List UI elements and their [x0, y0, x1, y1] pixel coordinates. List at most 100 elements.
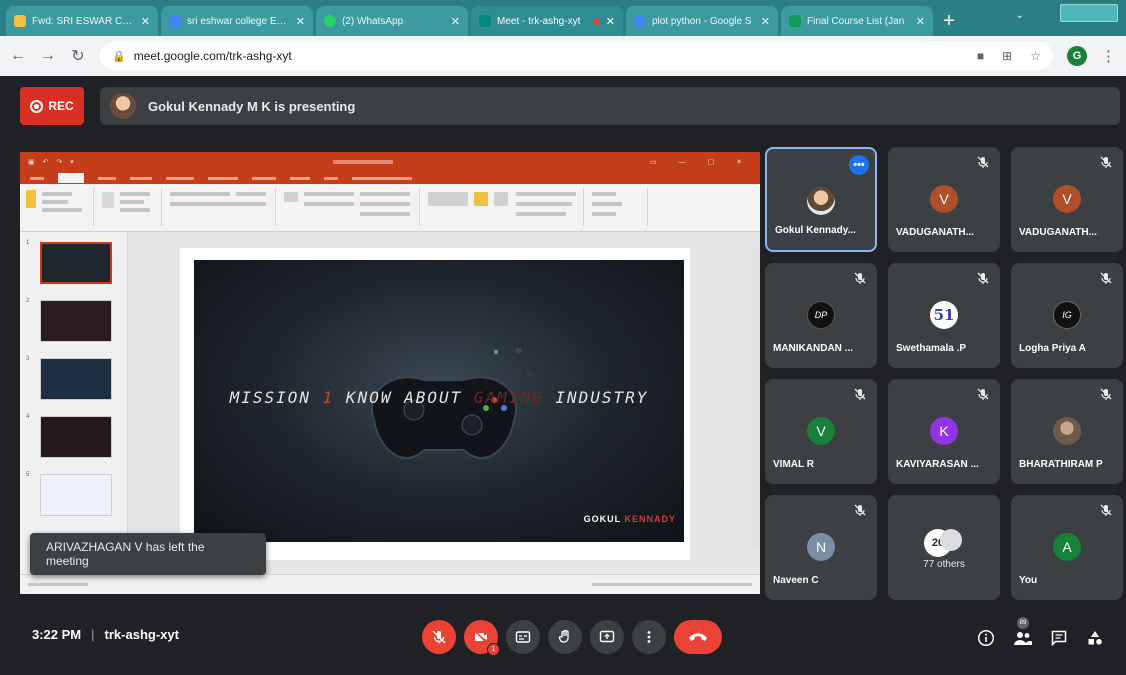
participant-name: VADUGANATH...: [896, 227, 974, 238]
participant-tile[interactable]: DP MANIKANDAN ...: [765, 263, 877, 368]
ribbon-tabs: [20, 172, 760, 184]
ribbon-tab: [166, 176, 194, 180]
slide-thumbnail[interactable]: [40, 242, 112, 284]
show-everyone-button[interactable]: 89: [1012, 617, 1034, 649]
participant-avatar: V: [807, 417, 835, 445]
browser-menu-icon[interactable]: ⋮: [1101, 47, 1116, 65]
participant-name: Naveen C: [773, 575, 819, 586]
tab-close-icon[interactable]: ✕: [296, 15, 305, 28]
lock-icon[interactable]: 🔒: [112, 50, 126, 63]
tab-favicon-icon: [634, 15, 646, 27]
tab-close-icon[interactable]: ✕: [761, 15, 770, 28]
tab-title: Meet - trk-ashg-xyt: [497, 15, 581, 27]
meeting-details-button[interactable]: [975, 627, 997, 649]
tab-close-icon[interactable]: ✕: [141, 15, 150, 28]
participant-tile[interactable]: IG Logha Priya A: [1011, 263, 1123, 368]
participant-tile[interactable]: ••• Gokul Kennady...: [765, 147, 877, 252]
ribbon-tab: [290, 176, 310, 180]
self-tile[interactable]: A You: [1011, 495, 1123, 600]
window-buttons[interactable]: [1060, 4, 1118, 22]
tab-favicon-icon: [324, 15, 336, 27]
participant-avatar: K: [930, 417, 958, 445]
recording-indicator[interactable]: REC: [20, 87, 84, 125]
tab-close-icon[interactable]: ✕: [606, 15, 615, 28]
browser-tab[interactable]: plot python - Google S ✕: [626, 6, 778, 36]
browser-tab-active[interactable]: Meet - trk-ashg-xyt ✕: [471, 6, 623, 36]
recording-dot-icon: [592, 17, 600, 25]
ribbon-group-slides: [98, 188, 162, 226]
shapes-icon: [1088, 631, 1102, 645]
participant-name: KAVIYARASAN ...: [896, 459, 979, 470]
browser-tab[interactable]: Fwd: SRI ESWAR COLL ✕: [6, 6, 158, 36]
hand-icon: [558, 629, 569, 643]
tab-favicon-icon: [169, 15, 181, 27]
ribbon-group-drawing: [424, 188, 584, 226]
ribbon-group-clipboard: [24, 188, 94, 226]
participant-tile[interactable]: N Naveen C: [765, 495, 877, 600]
participant-tile[interactable]: 51 Swethamala .P: [888, 263, 1000, 368]
slide-thumbnail[interactable]: [40, 358, 112, 400]
participant-tile[interactable]: V VIMAL R: [765, 379, 877, 484]
camera-toggle-button[interactable]: 1: [464, 620, 500, 656]
profile-avatar[interactable]: G: [1067, 46, 1087, 66]
vertical-scrollbar[interactable]: [752, 248, 760, 548]
more-options-icon[interactable]: •••: [849, 155, 869, 175]
participant-name: BHARATHIRAM P: [1019, 459, 1103, 470]
browser-tab[interactable]: (2) WhatsApp ✕: [316, 6, 468, 36]
ribbon: [20, 184, 760, 232]
mic-off-icon: [1100, 272, 1112, 284]
chat-button[interactable]: [1048, 627, 1070, 649]
participant-name: VIMAL R: [773, 459, 814, 470]
tab-close-icon[interactable]: ✕: [916, 15, 925, 28]
powerpoint-status-bar: [20, 574, 760, 594]
participant-tile[interactable]: V VADUGANATH...: [1011, 147, 1123, 252]
status-right: [592, 583, 752, 586]
ribbon-tab: [130, 176, 152, 180]
tab-close-icon[interactable]: ✕: [451, 15, 460, 28]
captions-icon: [515, 631, 531, 643]
captions-button[interactable]: [506, 620, 540, 654]
reload-icon[interactable]: ↻: [70, 46, 86, 66]
slide-signature: GOKUL KENNADY: [584, 514, 676, 524]
slide-thumbnail[interactable]: [40, 474, 112, 516]
tab-search-icon[interactable]: ⌄: [1016, 10, 1024, 22]
quick-access-icons: ▣ ↶ ↷ ▾: [28, 159, 77, 166]
participant-tile[interactable]: K KAVIYARASAN ...: [888, 379, 1000, 484]
participant-name: Logha Priya A: [1019, 343, 1086, 354]
others-avatar-stack: [940, 529, 962, 551]
tab-favicon-icon: [14, 15, 26, 27]
browser-tab[interactable]: Final Course List (Jan ✕: [781, 6, 933, 36]
install-icon[interactable]: ⊞: [1002, 49, 1012, 63]
present-now-button[interactable]: [590, 620, 624, 654]
powerpoint-title-bar: ▣ ↶ ↷ ▾ ▭ — ▢ ✕: [20, 152, 760, 172]
camera-badge: 1: [487, 643, 500, 656]
slide-thumbnail[interactable]: [40, 416, 112, 458]
others-tile[interactable]: 20 77 others: [888, 495, 1000, 600]
chat-icon: [1051, 630, 1067, 647]
camera-off-icon: [474, 630, 488, 644]
thumb-number: 1: [26, 240, 30, 246]
activities-button[interactable]: [1084, 627, 1106, 649]
participant-photo: DP: [807, 301, 835, 329]
new-tab-button[interactable]: +: [936, 6, 962, 36]
participant-tile[interactable]: V VADUGANATH...: [888, 147, 1000, 252]
slide-thumbnail[interactable]: [40, 300, 112, 342]
back-arrow-icon[interactable]: ←: [10, 47, 26, 65]
people-count-badge: 89: [1017, 617, 1029, 629]
raise-hand-button[interactable]: [548, 620, 582, 654]
thumb-number: 4: [26, 414, 30, 420]
meeting-code[interactable]: trk-ashg-xyt: [105, 627, 179, 642]
camera-indicator-icon[interactable]: ■: [977, 49, 984, 63]
address-bar[interactable]: 🔒 meet.google.com/trk-ashg-xyt ■ ⊞ ☆: [100, 42, 1053, 70]
forward-arrow-icon[interactable]: →: [40, 47, 56, 65]
more-options-button[interactable]: [632, 620, 666, 654]
microphone-toggle-button[interactable]: [422, 620, 456, 654]
bookmark-star-icon[interactable]: ☆: [1030, 49, 1041, 63]
ribbon-tab: [208, 176, 238, 180]
participant-tile[interactable]: BHARATHIRAM P: [1011, 379, 1123, 484]
signature-second: KENNADY: [624, 514, 676, 524]
leave-call-button[interactable]: [674, 620, 722, 654]
presenter-banner: Gokul Kennady M K is presenting: [100, 87, 1120, 125]
meeting-time: 3:22 PM: [32, 627, 82, 642]
browser-tab[interactable]: sri eshwar college ECE ✕: [161, 6, 313, 36]
